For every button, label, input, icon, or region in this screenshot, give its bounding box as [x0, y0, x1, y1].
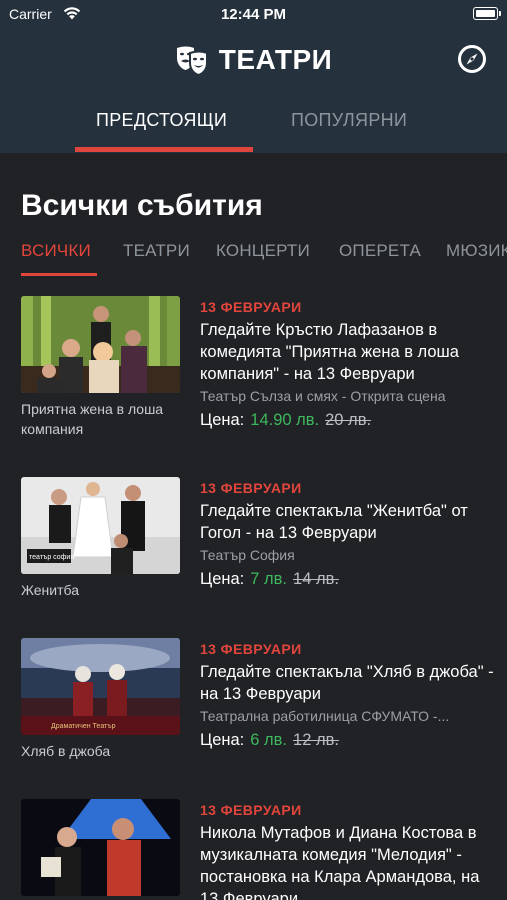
- event-title[interactable]: Гледайте спектакъла "Хляб в джоба" - на …: [200, 661, 495, 705]
- event-title[interactable]: Никола Мутафов и Диана Костова в музикал…: [200, 822, 495, 900]
- active-tab-indicator: [75, 147, 253, 152]
- price-label: Цена:: [200, 411, 245, 429]
- event-venue: Театрална работилница СФУМАТО -...: [200, 708, 450, 724]
- event-price: Цена: 14.90 лв. 20 лв.: [200, 411, 371, 430]
- filter-operetta[interactable]: ОПЕРЕТА: [339, 241, 421, 261]
- event-photo: Драматичен Театър: [21, 638, 180, 735]
- price-new: 6 лв.: [250, 731, 288, 749]
- app-brand: ТЕАТРИ: [0, 40, 507, 80]
- event-title[interactable]: Гледайте Кръстю Лафазанов в комедията "П…: [200, 319, 495, 385]
- price-old: 12 лв.: [293, 731, 339, 749]
- price-old: 20 лв.: [325, 411, 372, 429]
- status-bar: Carrier 12:44 PM: [0, 0, 507, 30]
- event-image[interactable]: Драматичен Театър: [21, 638, 180, 735]
- top-bar: Carrier 12:44 PM ТЕАТРИ ПРЕДСТОЯЩИ ПОПУЛ…: [0, 0, 507, 153]
- event-venue: Театър Сълза и смях - Открита сцена: [200, 388, 446, 404]
- event-caption: Женитба: [21, 582, 79, 598]
- filter-theatres[interactable]: ТЕАТРИ: [123, 241, 190, 261]
- app-title: ТЕАТРИ: [218, 44, 333, 75]
- section-title: Всички събития: [21, 189, 263, 222]
- filter-musicals[interactable]: МЮЗИК: [446, 241, 507, 261]
- event-date: 13 ФЕВРУАРИ: [200, 480, 302, 496]
- price-new: 14.90 лв.: [250, 411, 320, 429]
- filter-concerts[interactable]: КОНЦЕРТИ: [216, 241, 310, 261]
- tab-popular[interactable]: ПОПУЛЯРНИ: [291, 110, 407, 131]
- event-image[interactable]: [21, 799, 180, 896]
- compass-icon[interactable]: [456, 43, 488, 75]
- price-new: 7 лв.: [250, 570, 288, 588]
- thumb-logo-text: театър софия: [29, 554, 74, 561]
- filter-all[interactable]: ВСИЧКИ: [21, 241, 91, 261]
- tab-bar: ПРЕДСТОЯЩИ ПОПУЛЯРНИ: [0, 100, 507, 153]
- event-image[interactable]: театър софия: [21, 477, 180, 574]
- event-venue: Театър София: [200, 547, 295, 563]
- event-title[interactable]: Гледайте спектакъла "Женитба" от Гогол -…: [200, 500, 495, 544]
- active-filter-underline: [21, 273, 97, 276]
- event-price: Цена: 7 лв. 14 лв.: [200, 570, 339, 589]
- price-label: Цена:: [200, 570, 245, 588]
- price-label: Цена:: [200, 731, 245, 749]
- tab-upcoming[interactable]: ПРЕДСТОЯЩИ: [96, 110, 227, 131]
- event-photo: [21, 799, 180, 896]
- status-time: 12:44 PM: [220, 6, 287, 23]
- event-photo: театър софия: [21, 477, 180, 574]
- event-photo: [21, 296, 180, 393]
- price-old: 14 лв.: [293, 570, 339, 588]
- event-caption: Приятна жена в лоша компания: [21, 401, 164, 437]
- event-date: 13 ФЕВРУАРИ: [200, 802, 302, 818]
- event-price: Цена: 6 лв. 12 лв.: [200, 731, 339, 750]
- theatre-masks-icon: [176, 46, 208, 75]
- category-filters: ВСИЧКИ ТЕАТРИ КОНЦЕРТИ ОПЕРЕТА МЮЗИК: [0, 235, 507, 277]
- event-date: 13 ФЕВРУАРИ: [200, 299, 302, 315]
- event-date: 13 ФЕВРУАРИ: [200, 641, 302, 657]
- event-caption: Хляб в джоба: [21, 743, 111, 759]
- battery-icon: [473, 7, 501, 20]
- thumb-logo-text: Драматичен Театър: [51, 723, 116, 730]
- event-image[interactable]: [21, 296, 180, 393]
